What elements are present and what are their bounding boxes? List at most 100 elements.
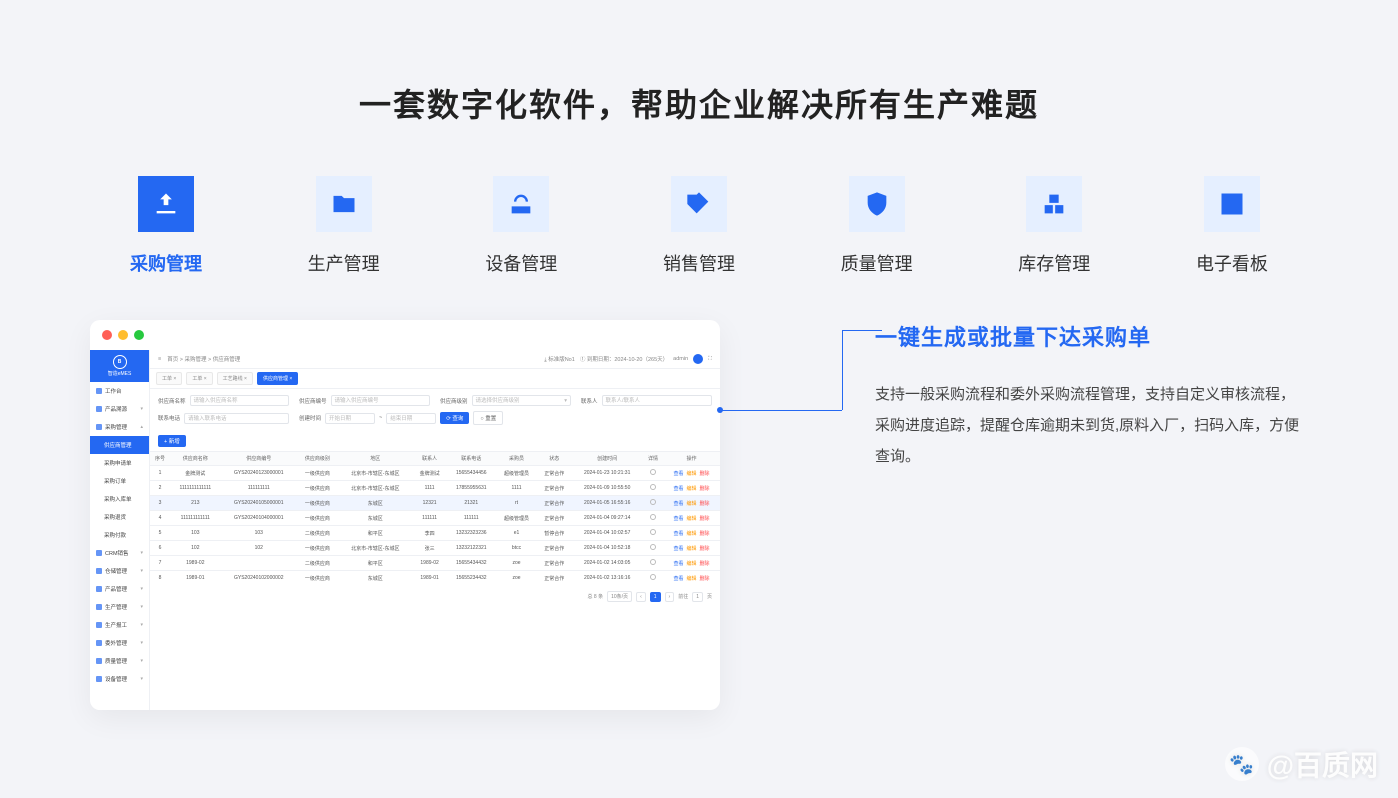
nav-product[interactable]: 产品管理▾ [90,580,149,598]
tab-inventory[interactable]: 库存管理 [1018,176,1090,276]
table-header: 详情 [643,452,663,466]
view-link[interactable]: 查看 [673,530,683,537]
nav-quality[interactable]: 质量管理▾ [90,652,149,670]
tab-sales[interactable]: 销售管理 [663,176,735,276]
delete-link[interactable]: 删除 [699,545,709,552]
pager-next[interactable]: › [665,592,675,602]
supplier-level-select[interactable]: 请选择供应商级别 [472,395,571,406]
start-date-input[interactable]: 开始日期 [325,413,375,424]
app-tab-active[interactable]: 供应商管理 × [257,372,298,385]
detail-icon[interactable] [643,511,663,526]
nav-product-trace[interactable]: 产品溯源▾ [90,400,149,418]
min-dot [118,330,128,340]
nav-crm[interactable]: CRM销售▾ [90,544,149,562]
detail-icon[interactable] [643,466,663,481]
table-row[interactable]: 21111111111111111111111一级供应商北京市-市辖区-东城区1… [150,481,720,496]
detail-icon[interactable] [643,481,663,496]
close-dot [102,330,112,340]
delete-link[interactable]: 删除 [699,530,709,537]
view-link[interactable]: 查看 [673,515,683,522]
nav-production[interactable]: 生产管理▾ [90,598,149,616]
delete-link[interactable]: 删除 [699,515,709,522]
tab-label: 采购管理 [130,250,202,276]
nav-purchase[interactable]: 采购管理▴ [90,418,149,436]
table-row[interactable]: 3213GYS20240105000001一级供应商东城区1232121321r… [150,496,720,511]
avatar[interactable] [693,354,703,364]
pager-page[interactable]: 1 [650,592,661,602]
nav-device[interactable]: 设备管理▾ [90,670,149,688]
supplier-name-input[interactable]: 请输入供应商名称 [190,395,289,406]
pagination: 总 8 条 10条/页 ‹ 1 › 前往 1 页 [150,585,720,608]
detail-icon[interactable] [643,526,663,541]
desc-title: 一键生成或批量下达采购单 [875,320,1308,352]
tab-quality[interactable]: 质量管理 [841,176,913,276]
supplier-table: 序号供应商名称供应商编号供应商级别地区联系人联系电话采购员状态创建时间详情操作 … [150,451,720,585]
delete-link[interactable]: 删除 [699,485,709,492]
detail-icon[interactable] [643,571,663,586]
table-row[interactable]: 81989-01GYS20240102000002一级供应商东城区1989-01… [150,571,720,586]
view-link[interactable]: 查看 [673,575,683,582]
page-size-select[interactable]: 10条/页 [607,591,632,602]
delete-link[interactable]: 删除 [699,470,709,477]
nav-purchase-order[interactable]: 采购订单 [90,472,149,490]
detail-icon[interactable] [643,556,663,571]
table-header: 供应商级别 [297,452,338,466]
nav-purchase-apply[interactable]: 采购申请单 [90,454,149,472]
edit-link[interactable]: 编辑 [686,485,696,492]
app-tab[interactable]: 工艺路线 × [217,372,253,385]
pager-prev[interactable]: ‹ [636,592,646,602]
table-header: 采购员 [496,452,537,466]
add-button[interactable]: + 新增 [158,435,186,447]
nav-purchase-return[interactable]: 采购退货 [90,508,149,526]
edit-link[interactable]: 编辑 [686,470,696,477]
fullscreen-icon[interactable]: ⛶ [708,356,712,363]
table-row[interactable]: 5103103二级供应商和平区李四13232323236e1暂停合作2024-0… [150,526,720,541]
table-row[interactable]: 71989-02二级供应商和平区1989-0215655434432zoe正常合… [150,556,720,571]
app-tab[interactable]: 工单 × [186,372,212,385]
table-row[interactable]: 1金牌测试GYS20240123000001一级供应商北京市-市辖区-东城区金牌… [150,466,720,481]
edit-link[interactable]: 编辑 [686,545,696,552]
end-date-input[interactable]: 结束日期 [386,413,436,424]
cart-in-icon [138,176,194,232]
nav-supplier[interactable]: 供应商管理 [90,436,149,454]
nav-warehouse[interactable]: 仓储管理▾ [90,562,149,580]
delete-link[interactable]: 删除 [699,560,709,567]
nav-report[interactable]: 生产报工▾ [90,616,149,634]
menu-icon[interactable]: ≡ [158,356,161,362]
edit-link[interactable]: 编辑 [686,560,696,567]
view-link[interactable]: 查看 [673,545,683,552]
nav-purchase-in[interactable]: 采购入库单 [90,490,149,508]
detail-icon[interactable] [643,496,663,511]
contact-input[interactable]: 联系人/联系人 [602,395,712,406]
nav-purchase-pay[interactable]: 采购付款 [90,526,149,544]
tag-gear-icon [671,176,727,232]
tab-label: 销售管理 [663,250,735,276]
view-link[interactable]: 查看 [673,485,683,492]
supplier-code-input[interactable]: 请输入供应商编号 [331,395,430,406]
app-open-tabs: 工单 × 工单 × 工艺路线 × 供应商管理 × [150,369,720,389]
edit-link[interactable]: 编辑 [686,515,696,522]
view-link[interactable]: 查看 [673,470,683,477]
view-link[interactable]: 查看 [673,560,683,567]
nav-workbench[interactable]: 工作台 [90,382,149,400]
delete-link[interactable]: 删除 [699,575,709,582]
view-link[interactable]: 查看 [673,500,683,507]
reset-button[interactable]: ○ 重置 [473,411,503,425]
edit-link[interactable]: 编辑 [686,575,696,582]
app-tab[interactable]: 工单 × [156,372,182,385]
edit-link[interactable]: 编辑 [686,530,696,537]
pager-jump-input[interactable]: 1 [692,592,703,602]
tab-dashboard[interactable]: 电子看板 [1196,176,1268,276]
phone-input[interactable]: 请输入联系电话 [184,413,289,424]
edit-link[interactable]: 编辑 [686,500,696,507]
table-row[interactable]: 6102102一级供应商北京市-市辖区-东城区张三13232122321btcc… [150,541,720,556]
nav-outsource[interactable]: 委外管理▾ [90,634,149,652]
tab-device[interactable]: 设备管理 [485,176,557,276]
window-dots [90,320,720,350]
table-row[interactable]: 4111111111111GYS20240104000001一级供应商东城区11… [150,511,720,526]
tab-production[interactable]: 生产管理 [308,176,380,276]
detail-icon[interactable] [643,541,663,556]
tab-purchase[interactable]: 采购管理 [130,176,202,276]
delete-link[interactable]: 删除 [699,500,709,507]
search-button[interactable]: ⟳ 查询 [440,412,469,424]
